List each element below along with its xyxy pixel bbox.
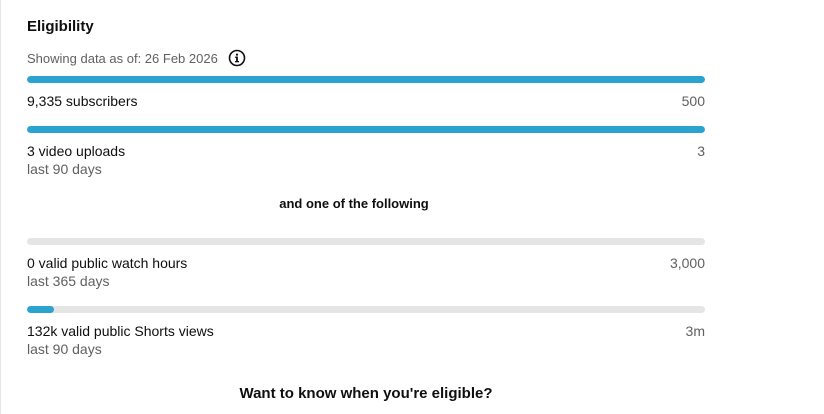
progress-bar — [27, 306, 705, 313]
metric-label: 3 video uploads — [27, 143, 126, 159]
metric-period: last 365 days — [27, 273, 110, 289]
progress-fill — [27, 76, 705, 83]
metric-target: 3 — [697, 143, 705, 159]
metric-label: 132k valid public Shorts views — [27, 323, 214, 339]
progress-bar — [27, 126, 705, 133]
metric-watch-hours: 0 valid public watch hours 3,000 last 36… — [27, 238, 705, 289]
progress-bar — [27, 76, 705, 83]
metric-target: 3m — [685, 323, 705, 339]
metric-target: 500 — [681, 93, 705, 109]
metric-period: last 90 days — [27, 341, 102, 357]
metric-target: 3,000 — [669, 255, 705, 271]
progress-fill — [27, 306, 55, 313]
eligibility-title: Eligibility — [27, 18, 94, 35]
as-of-text: Showing data as of: 26 Feb 2026 — [27, 50, 218, 66]
metric-label: 0 valid public watch hours — [27, 255, 188, 271]
progress-fill — [27, 126, 705, 133]
metric-subscribers: 9,335 subscribers 500 — [27, 76, 705, 109]
data-as-of: Showing data as of: 26 Feb 2026 — [27, 49, 246, 67]
eligibility-notify-link[interactable]: Want to know when you're eligible? — [1, 385, 731, 402]
eligibility-panel: Eligibility Showing data as of: 26 Feb 2… — [0, 0, 824, 414]
metric-shorts-views: 132k valid public Shorts views 3m last 9… — [27, 306, 705, 357]
metric-label: 9,335 subscribers — [27, 93, 138, 109]
metric-video-uploads: 3 video uploads 3 last 90 days — [27, 126, 705, 177]
progress-bar — [27, 238, 705, 245]
info-circle-icon[interactable] — [228, 49, 246, 67]
connector-text: and one of the following — [279, 196, 429, 211]
metric-period: last 90 days — [27, 161, 102, 177]
